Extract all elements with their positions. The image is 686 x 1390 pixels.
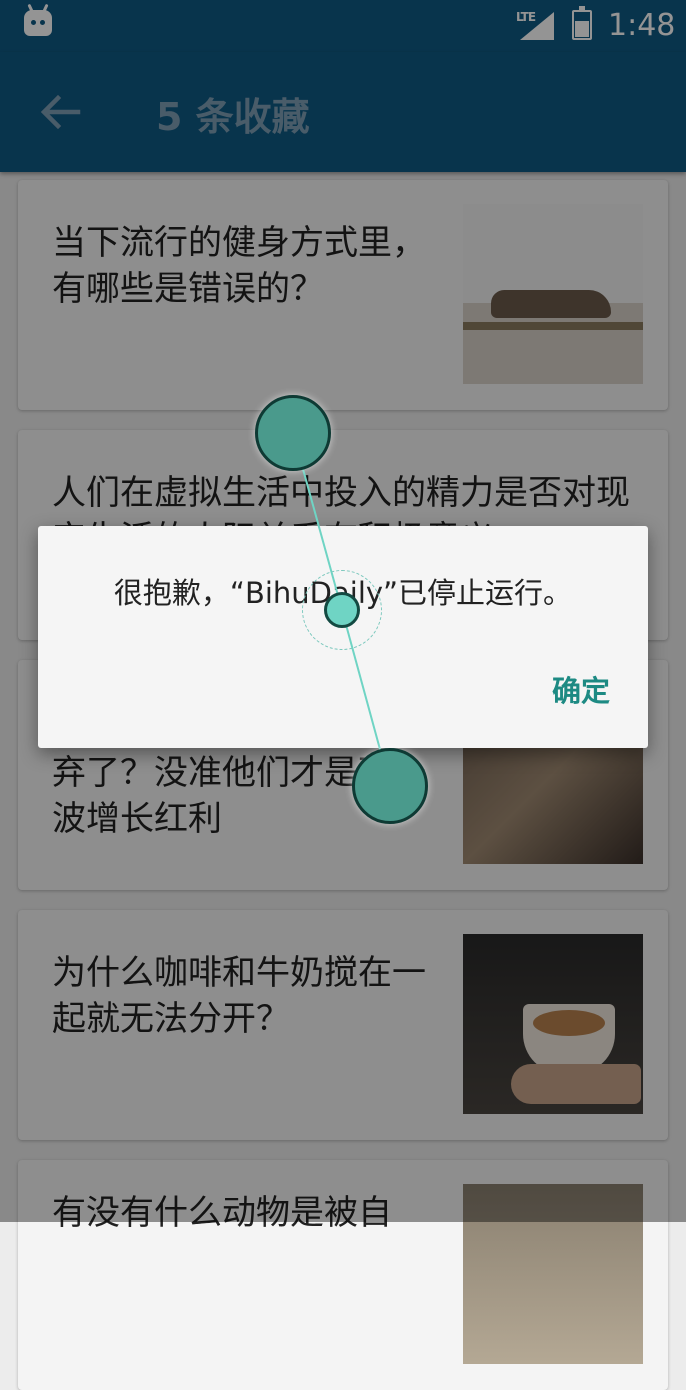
touch-start-indicator <box>255 395 331 471</box>
touch-point-indicator <box>324 592 360 628</box>
touch-end-indicator <box>352 748 428 824</box>
ok-button[interactable]: 确定 <box>552 668 610 710</box>
